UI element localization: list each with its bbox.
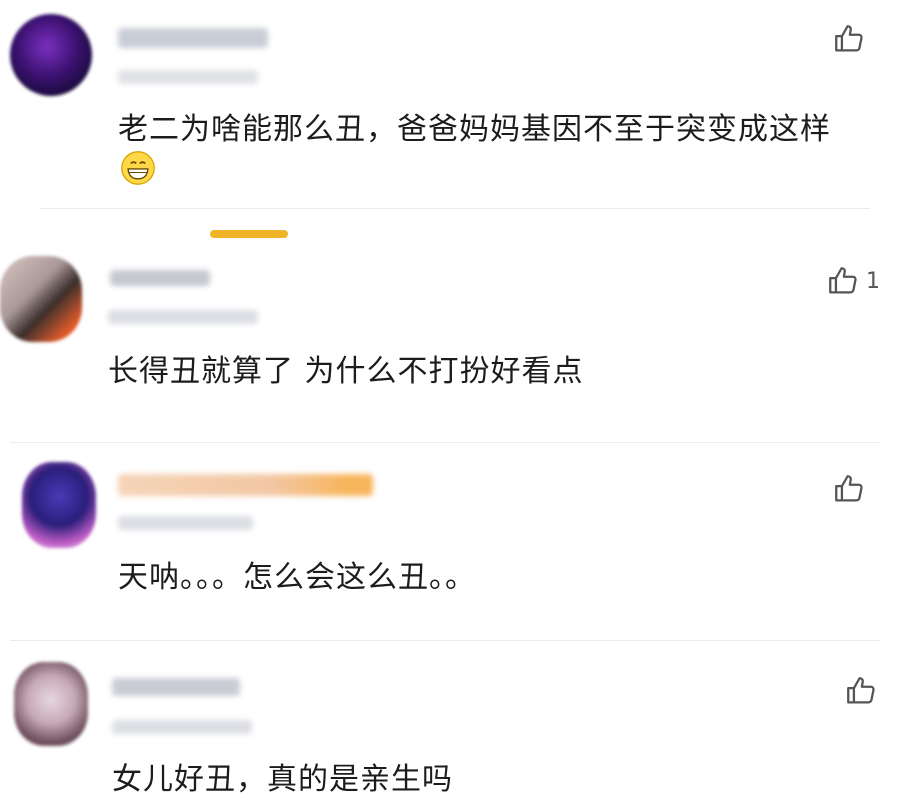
comment-item: 1 长得丑就算了 为什么不打扮好看点 — [0, 240, 900, 443]
timestamp-redacted — [118, 70, 258, 84]
avatar[interactable] — [22, 462, 96, 548]
grin-emoji-icon — [121, 151, 155, 185]
divider — [10, 442, 880, 443]
scroll-indicator — [210, 230, 288, 238]
thumbs-up-icon — [847, 677, 875, 704]
comment-text: 长得丑就算了 为什么不打扮好看点 — [108, 354, 584, 389]
comment-item: 老二为啥能那么丑，爸爸妈妈基因不至于突变成这样 — [0, 0, 900, 210]
like-button[interactable] — [832, 472, 872, 506]
like-count: 1 — [866, 268, 880, 294]
timestamp-redacted — [118, 516, 253, 530]
username-redacted[interactable] — [112, 678, 240, 696]
comment-item: 女儿好丑，真的是亲生吗 — [0, 652, 900, 797]
like-button[interactable]: 1 — [826, 264, 880, 298]
thumbs-up-icon — [835, 475, 863, 502]
username-redacted[interactable] — [118, 28, 268, 48]
avatar[interactable] — [14, 662, 88, 746]
comment-text: 老二为啥能那么丑，爸爸妈妈基因不至于突变成这样 — [118, 112, 831, 147]
divider — [40, 208, 870, 209]
thumbs-up-icon — [829, 267, 857, 294]
avatar[interactable] — [0, 256, 82, 342]
username-redacted[interactable] — [118, 474, 373, 496]
comment-text: 天呐。。。怎么会这么丑。。 — [118, 560, 476, 595]
comment-item: 天呐。。。怎么会这么丑。。 — [0, 450, 900, 645]
thumbs-up-icon — [835, 25, 863, 52]
like-button[interactable] — [844, 674, 884, 708]
divider — [10, 640, 880, 641]
avatar[interactable] — [10, 14, 92, 96]
username-redacted[interactable] — [110, 270, 210, 286]
like-button[interactable] — [832, 22, 872, 56]
timestamp-redacted — [108, 310, 258, 324]
timestamp-redacted — [112, 720, 252, 734]
comment-text: 女儿好丑，真的是亲生吗 — [112, 762, 453, 797]
